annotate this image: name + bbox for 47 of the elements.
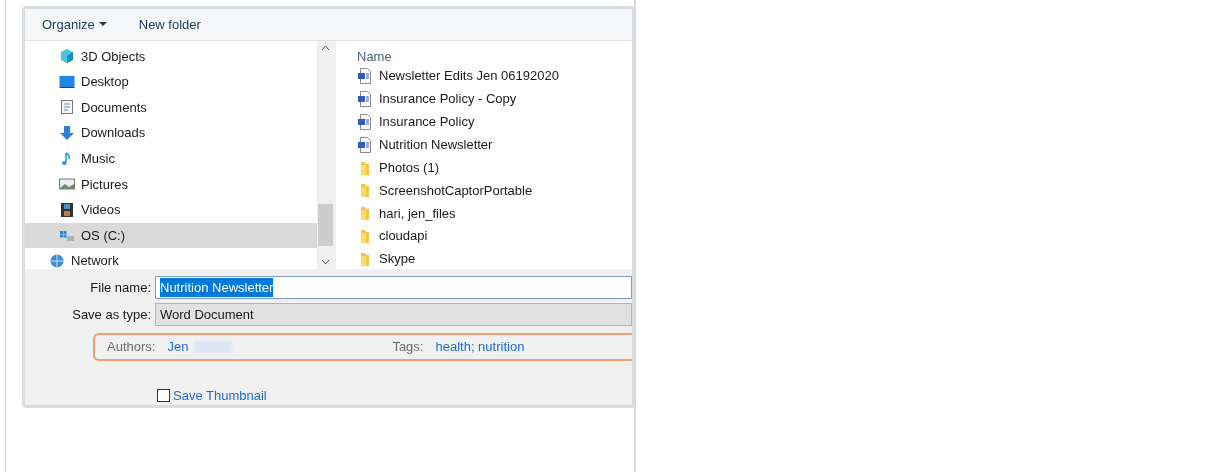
word-document-icon (357, 113, 373, 130)
up-chevron-icon (321, 44, 330, 51)
down-arrow-icon (59, 125, 75, 142)
organize-button[interactable]: Organize (42, 14, 107, 34)
tags-value[interactable]: health; nutrition (435, 336, 525, 357)
nav-item[interactable]: Pictures (25, 171, 317, 198)
nav-item[interactable]: OS (C:) (25, 222, 317, 249)
checkbox[interactable] (157, 388, 170, 402)
scrollbar[interactable] (317, 40, 334, 269)
nav-item[interactable]: Network (25, 248, 317, 269)
file-row[interactable]: Insurance Policy (357, 110, 632, 134)
file-row[interactable]: Newsletter Edits Jen 06192020 (357, 64, 632, 88)
new-folder-button[interactable]: New folder (138, 14, 201, 34)
nav-item[interactable]: Music (25, 145, 317, 172)
file-row[interactable]: hari, jen_files (357, 201, 632, 225)
save-thumbnail-label[interactable]: Save Thumbnail (173, 385, 267, 405)
picture-icon (59, 176, 75, 193)
globe-icon (49, 253, 65, 269)
document-icon (59, 99, 75, 116)
file-name-field[interactable]: Nutrition Newsletter (155, 276, 632, 299)
nav-item[interactable]: Documents (25, 94, 317, 121)
file-row[interactable]: cloudapi (357, 224, 632, 248)
caret-icon (98, 20, 107, 29)
file-row[interactable]: ScreenshotCaptorPortable (357, 178, 632, 202)
word-document-icon (357, 67, 373, 84)
file-row[interactable]: Insurance Policy - Copy (357, 87, 632, 111)
save-as-type-dropdown[interactable]: Word Document (155, 303, 632, 326)
file-row[interactable]: Photos (1) (357, 156, 632, 179)
tags-label: Tags: (392, 337, 424, 356)
word-document-icon (357, 136, 373, 153)
authors-value[interactable]: Jen (167, 336, 189, 357)
nav-item[interactable]: 3D Objects (25, 43, 317, 70)
monitor-icon (59, 73, 75, 90)
word-document-icon (357, 90, 373, 107)
nav-item[interactable]: Videos (25, 197, 317, 223)
authors-label: Authors: (107, 337, 156, 356)
cube-icon (59, 48, 75, 65)
nav-item[interactable]: Desktop (25, 69, 317, 95)
film-icon (59, 201, 75, 218)
save-as-type-label: Save as type: (71, 305, 152, 324)
scrollbar-thumb[interactable] (318, 203, 333, 246)
name-column-header[interactable]: Name (357, 46, 632, 65)
nav-item[interactable]: Downloads (25, 120, 317, 146)
file-row[interactable]: Skype (357, 247, 632, 269)
file-name-label: File name: (89, 278, 152, 297)
down-chevron-icon (321, 258, 330, 265)
file-row[interactable]: Nutrition Newsletter (357, 133, 632, 157)
